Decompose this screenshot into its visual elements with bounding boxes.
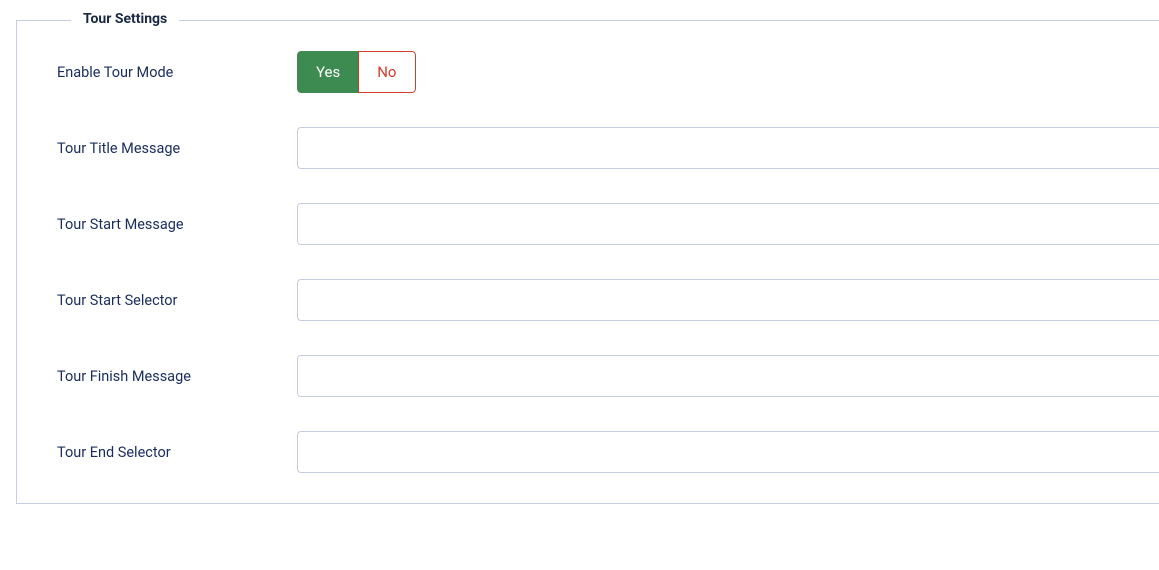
tour-title-message-input[interactable] <box>297 127 1159 169</box>
tour-settings-fieldset: Tour Settings Enable Tour Mode Yes No To… <box>16 20 1159 504</box>
enable-tour-mode-row: Enable Tour Mode Yes No <box>57 51 1159 93</box>
tour-end-selector-input[interactable] <box>297 431 1159 473</box>
tour-title-message-label: Tour Title Message <box>57 140 297 157</box>
tour-finish-message-label: Tour Finish Message <box>57 368 297 385</box>
tour-start-selector-label: Tour Start Selector <box>57 292 297 309</box>
tour-start-message-label: Tour Start Message <box>57 216 297 233</box>
enable-tour-mode-toggle: Yes No <box>297 51 416 93</box>
tour-finish-message-input[interactable] <box>297 355 1159 397</box>
tour-start-selector-row: Tour Start Selector <box>57 279 1159 321</box>
enable-tour-mode-label: Enable Tour Mode <box>57 64 297 81</box>
tour-end-selector-row: Tour End Selector <box>57 431 1159 473</box>
enable-tour-mode-yes-button[interactable]: Yes <box>297 51 359 93</box>
tour-finish-message-row: Tour Finish Message <box>57 355 1159 397</box>
enable-tour-mode-no-button[interactable]: No <box>358 51 415 93</box>
tour-start-selector-input[interactable] <box>297 279 1159 321</box>
tour-end-selector-label: Tour End Selector <box>57 444 297 461</box>
tour-start-message-input[interactable] <box>297 203 1159 245</box>
tour-title-message-row: Tour Title Message <box>57 127 1159 169</box>
tour-start-message-row: Tour Start Message <box>57 203 1159 245</box>
fieldset-legend: Tour Settings <box>71 11 179 27</box>
